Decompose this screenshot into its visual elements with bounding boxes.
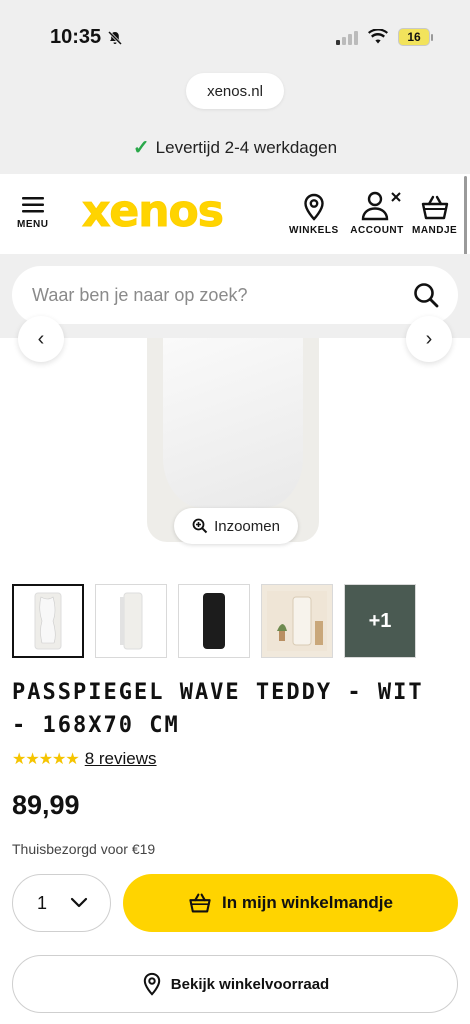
status-time-label: 10:35 — [50, 26, 102, 48]
checkmark-icon: ✓ — [132, 137, 150, 159]
rating-stars-icon: ★★★★★ — [12, 751, 80, 768]
thumbnail-1[interactable] — [12, 584, 84, 658]
stores-label: WINKELS — [289, 225, 339, 236]
account-logged-out-icon — [361, 191, 401, 221]
delivery-cost: Thuisbezorgd voor €19 — [12, 841, 156, 857]
delivery-banner-text: Levertijd 2-4 werkdagen — [155, 137, 338, 157]
thumbnail-more[interactable]: +1 — [344, 584, 416, 658]
wifi-icon — [368, 29, 388, 44]
thumbnail-mirror-back — [203, 593, 225, 649]
zoom-in-icon — [192, 518, 208, 534]
location-pin-icon — [143, 972, 161, 996]
basket-label: MANDJE — [412, 225, 458, 236]
url-bar[interactable]: xenos.nl — [186, 73, 284, 109]
account-label: ACCOUNT — [350, 225, 404, 236]
add-to-cart-button[interactable]: In mijn winkelmandje — [123, 874, 458, 932]
basket-icon — [189, 893, 211, 913]
hamburger-icon — [21, 197, 44, 213]
silent-bell-icon — [108, 30, 123, 45]
browser-chrome: 10:35 16 xenos.nl ✓ Levertijd 2-4 werkda… — [0, 0, 470, 174]
thumbnail-mirror-side — [120, 592, 143, 650]
thumbnail-3[interactable] — [178, 584, 250, 658]
search-icon[interactable] — [412, 281, 440, 309]
search-input[interactable] — [32, 284, 412, 306]
chevron-down-icon — [70, 897, 88, 908]
thumbnail-2[interactable] — [95, 584, 167, 658]
search-box[interactable] — [12, 266, 458, 324]
thumbnail-strip: +1 — [12, 584, 416, 658]
battery-indicator: 16 — [398, 28, 433, 46]
product-page: 10:35 16 xenos.nl ✓ Levertijd 2-4 werkda… — [0, 0, 470, 1024]
product-rating[interactable]: ★★★★★ 8 reviews — [12, 749, 157, 769]
cellular-signal-icon — [336, 29, 358, 45]
quantity-select[interactable]: 1 — [12, 874, 111, 932]
menu-button[interactable]: MENU — [17, 195, 48, 230]
reviews-link[interactable]: 8 reviews — [85, 749, 157, 769]
basket-button[interactable]: MANDJE — [412, 194, 457, 236]
thumbnail-mirror-front — [34, 592, 62, 650]
product-image-mirror — [163, 338, 303, 508]
product-title: PASSPIEGEL WAVE TEDDY - WIT - 168X70 CM — [12, 680, 424, 738]
add-to-cart-label: In mijn winkelmandje — [222, 893, 393, 912]
menu-label: MENU — [17, 219, 49, 230]
thumbnail-4[interactable] — [261, 584, 333, 658]
account-button[interactable]: ACCOUNT — [349, 190, 405, 236]
store-stock-label: Bekijk winkelvoorraad — [170, 975, 330, 993]
product-price: 89,99 — [12, 790, 80, 820]
gallery-next-button[interactable]: › — [406, 316, 452, 362]
gallery-prev-button[interactable]: ‹ — [18, 316, 64, 362]
zoom-label: Inzoomen — [214, 517, 280, 535]
delivery-banner: ✓ Levertijd 2-4 werkdagen — [0, 135, 470, 160]
chevron-left-icon: ‹ — [37, 327, 45, 350]
status-time: 10:35 — [50, 26, 123, 49]
zoom-button[interactable]: Inzoomen — [174, 508, 298, 544]
chevron-right-icon: › — [425, 327, 433, 350]
location-pin-icon — [304, 193, 324, 221]
store-stock-button[interactable]: Bekijk winkelvoorraad — [12, 955, 458, 1013]
basket-icon — [421, 195, 448, 220]
stores-button[interactable]: WINKELS — [289, 193, 339, 236]
status-indicators: 16 — [336, 28, 433, 46]
thumbnail-more-label: +1 — [368, 609, 392, 632]
xenos-logo[interactable]: xenos — [82, 189, 225, 234]
thumbnail-room-scene — [267, 591, 327, 651]
quantity-value: 1 — [37, 892, 48, 913]
